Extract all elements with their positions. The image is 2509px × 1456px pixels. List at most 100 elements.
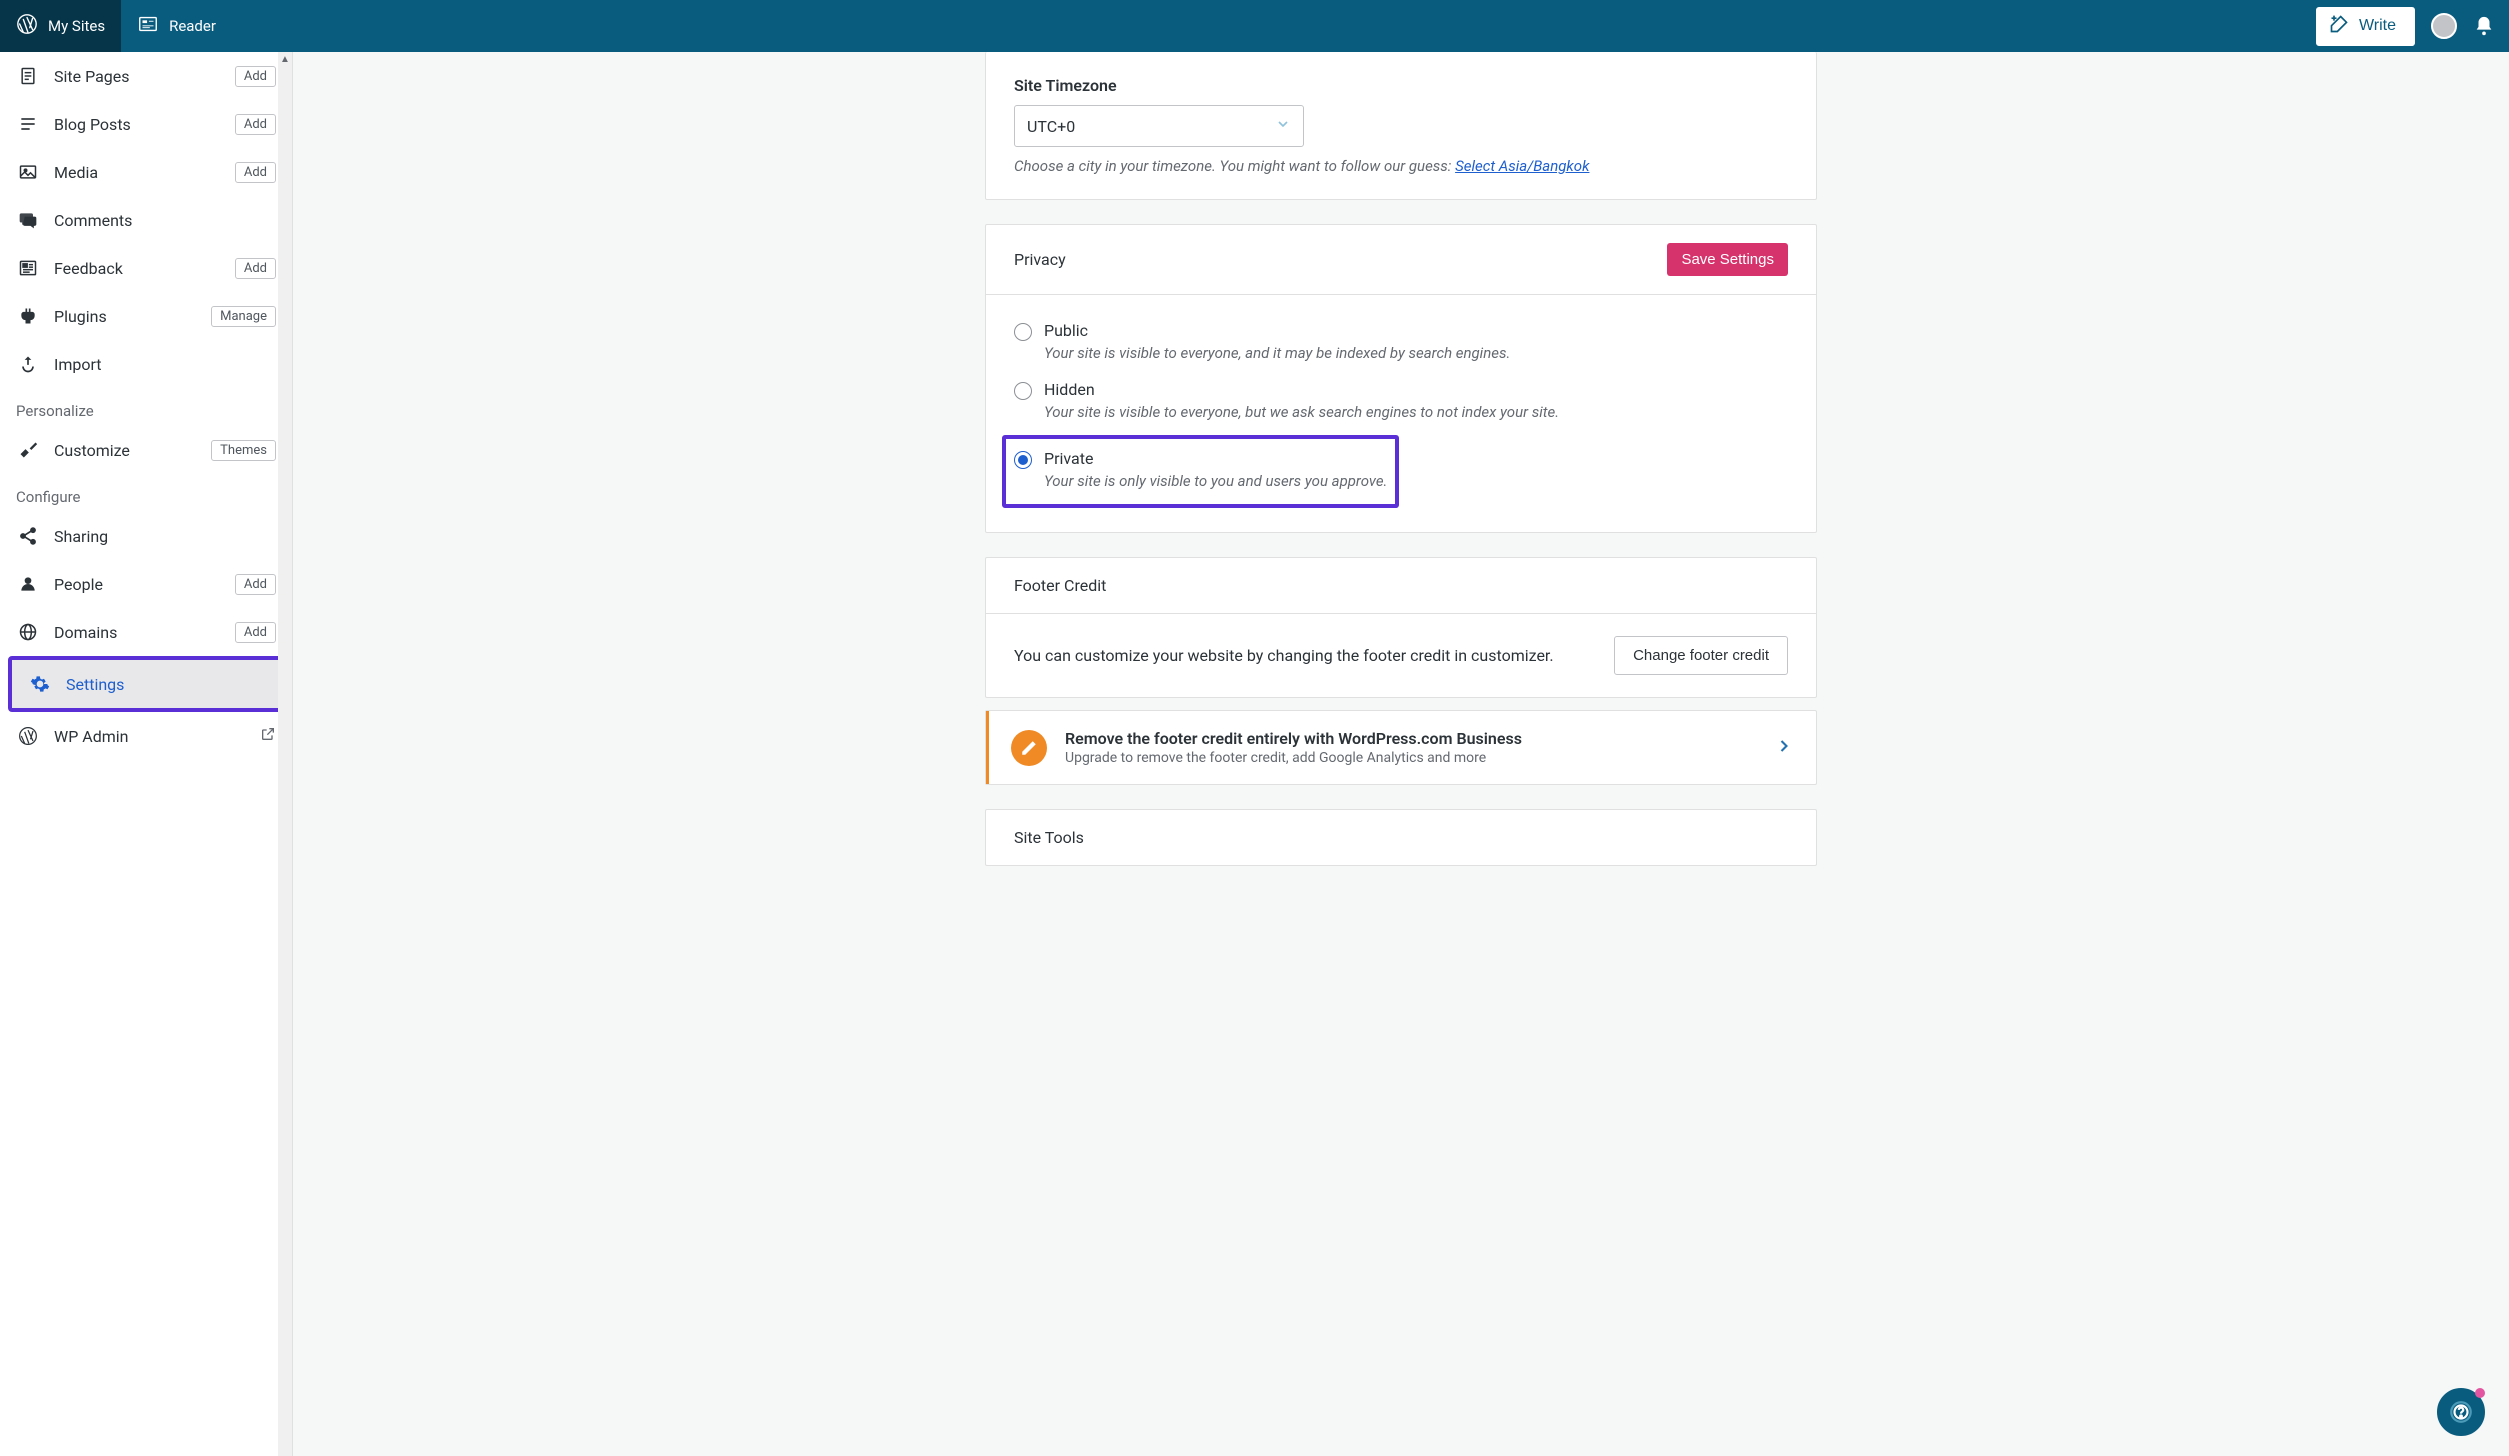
add-button[interactable]: Add xyxy=(235,114,276,135)
sidebar-scrollbar[interactable]: ▲ xyxy=(278,52,292,1456)
sidebar-item-sharing[interactable]: Sharing xyxy=(0,512,292,560)
sidebar-item-plugins[interactable]: Plugins Manage xyxy=(0,292,292,340)
timezone-select[interactable]: UTC+0 xyxy=(1014,105,1304,147)
upsell-title: Remove the footer credit entirely with W… xyxy=(1065,729,1522,748)
reader-nav[interactable]: Reader xyxy=(121,0,232,52)
import-icon xyxy=(16,352,40,376)
change-footer-credit-button[interactable]: Change footer credit xyxy=(1614,636,1788,675)
timezone-label: Site Timezone xyxy=(1014,76,1788,95)
help-button[interactable] xyxy=(2437,1388,2485,1436)
privacy-title: Privacy xyxy=(1014,250,1066,269)
sidebar-item-label: Feedback xyxy=(54,259,235,278)
footer-credit-header: Footer Credit xyxy=(986,558,1816,614)
timezone-card: Site Timezone UTC+0 Choose a city in you… xyxy=(985,52,1817,200)
business-upsell[interactable]: Remove the footer credit entirely with W… xyxy=(986,711,1816,784)
timezone-helper-text: Choose a city in your timezone. You migh… xyxy=(1014,157,1455,175)
timezone-helper: Choose a city in your timezone. You migh… xyxy=(1014,157,1788,175)
customize-icon xyxy=(16,438,40,462)
sidebar-section-personalize: Personalize xyxy=(0,388,292,426)
privacy-option-private[interactable]: Private Your site is only visible to you… xyxy=(1014,445,1387,504)
sidebar-item-settings[interactable]: Settings xyxy=(12,660,284,708)
site-tools-header: Site Tools xyxy=(986,810,1816,865)
write-icon xyxy=(2329,14,2349,39)
page-icon xyxy=(16,64,40,88)
radio-input[interactable] xyxy=(1014,323,1032,341)
radio-dot xyxy=(1018,455,1028,465)
sidebar-item-import[interactable]: Import xyxy=(0,340,292,388)
sidebar-item-blog-posts[interactable]: Blog Posts Add xyxy=(0,100,292,148)
external-link-icon xyxy=(260,726,276,746)
sidebar: ▲ Site Pages Add Blog Posts Add Media Ad… xyxy=(0,52,293,1456)
site-tools-title: Site Tools xyxy=(1014,828,1084,847)
sidebar-item-comments[interactable]: Comments xyxy=(0,196,292,244)
sidebar-item-label: Blog Posts xyxy=(54,115,235,134)
my-sites-nav[interactable]: My Sites xyxy=(0,0,121,52)
sidebar-item-wp-admin[interactable]: WP Admin xyxy=(0,712,292,760)
chevron-down-icon xyxy=(1275,116,1291,136)
wordpress-icon xyxy=(16,724,40,748)
footer-credit-text: You can customize your website by changi… xyxy=(1014,646,1554,665)
my-sites-label: My Sites xyxy=(48,17,105,35)
privacy-options: Public Your site is visible to everyone,… xyxy=(986,295,1816,532)
timezone-suggestion-link[interactable]: Select Asia/Bangkok xyxy=(1455,157,1589,175)
sidebar-item-label: Comments xyxy=(54,211,276,230)
gear-icon xyxy=(28,672,52,696)
add-button[interactable]: Add xyxy=(235,258,276,279)
write-label: Write xyxy=(2359,17,2396,35)
sidebar-item-domains[interactable]: Domains Add xyxy=(0,608,292,656)
private-highlight: Private Your site is only visible to you… xyxy=(1002,435,1399,508)
chevron-right-icon xyxy=(1774,736,1794,760)
sidebar-item-site-pages[interactable]: Site Pages Add xyxy=(0,52,292,100)
sidebar-item-label: People xyxy=(54,575,235,594)
upsell-text: Remove the footer credit entirely with W… xyxy=(1065,729,1522,766)
write-button[interactable]: Write xyxy=(2316,7,2415,46)
topbar-left: My Sites Reader xyxy=(0,0,232,52)
share-icon xyxy=(16,524,40,548)
sidebar-item-feedback[interactable]: Feedback Add xyxy=(0,244,292,292)
feedback-icon xyxy=(16,256,40,280)
radio-label: Hidden xyxy=(1044,380,1788,399)
people-icon xyxy=(16,572,40,596)
radio-desc: Your site is visible to everyone, but we… xyxy=(1044,403,1788,421)
sidebar-item-customize[interactable]: Customize Themes xyxy=(0,426,292,474)
add-button[interactable]: Add xyxy=(235,66,276,87)
radio-input[interactable] xyxy=(1014,382,1032,400)
add-button[interactable]: Add xyxy=(235,162,276,183)
privacy-option-hidden[interactable]: Hidden Your site is visible to everyone,… xyxy=(1014,376,1788,435)
manage-button[interactable]: Manage xyxy=(211,306,276,327)
notifications-icon[interactable] xyxy=(2473,15,2495,37)
sidebar-item-media[interactable]: Media Add xyxy=(0,148,292,196)
sidebar-item-label: Sharing xyxy=(54,527,276,546)
add-button[interactable]: Add xyxy=(235,574,276,595)
privacy-card: Privacy Save Settings Public Your site i… xyxy=(985,224,1817,533)
footer-credit-body: You can customize your website by changi… xyxy=(986,614,1816,697)
sidebar-item-label: Site Pages xyxy=(54,67,235,86)
footer-credit-card: Footer Credit You can customize your web… xyxy=(985,557,1817,698)
timezone-body: Site Timezone UTC+0 Choose a city in you… xyxy=(986,52,1816,199)
privacy-header: Privacy Save Settings xyxy=(986,225,1816,295)
radio-label: Private xyxy=(1044,449,1387,468)
add-button[interactable]: Add xyxy=(235,622,276,643)
avatar[interactable] xyxy=(2431,13,2457,39)
layout: ▲ Site Pages Add Blog Posts Add Media Ad… xyxy=(0,52,2509,1456)
plugin-icon xyxy=(16,304,40,328)
main-content: Site Timezone UTC+0 Choose a city in you… xyxy=(293,52,2509,1456)
settings-highlight: Settings xyxy=(8,656,288,712)
radio-label: Public xyxy=(1044,321,1788,340)
themes-button[interactable]: Themes xyxy=(211,440,276,461)
sidebar-item-people[interactable]: People Add xyxy=(0,560,292,608)
radio-desc: Your site is visible to everyone, and it… xyxy=(1044,344,1788,362)
sidebar-item-label: Media xyxy=(54,163,235,182)
privacy-option-public[interactable]: Public Your site is visible to everyone,… xyxy=(1014,317,1788,376)
content-inner: Site Timezone UTC+0 Choose a city in you… xyxy=(985,52,1817,1456)
save-settings-button[interactable]: Save Settings xyxy=(1667,243,1788,276)
sidebar-item-label: WP Admin xyxy=(54,727,260,746)
sidebar-item-label: Import xyxy=(54,355,276,374)
radio-content: Hidden Your site is visible to everyone,… xyxy=(1044,380,1788,431)
reader-label: Reader xyxy=(169,17,216,35)
timezone-value: UTC+0 xyxy=(1027,117,1075,136)
topbar-right: Write xyxy=(2316,7,2509,46)
sidebar-item-label: Settings xyxy=(66,675,268,694)
scroll-up-icon[interactable]: ▲ xyxy=(278,52,292,66)
radio-input[interactable] xyxy=(1014,451,1032,469)
